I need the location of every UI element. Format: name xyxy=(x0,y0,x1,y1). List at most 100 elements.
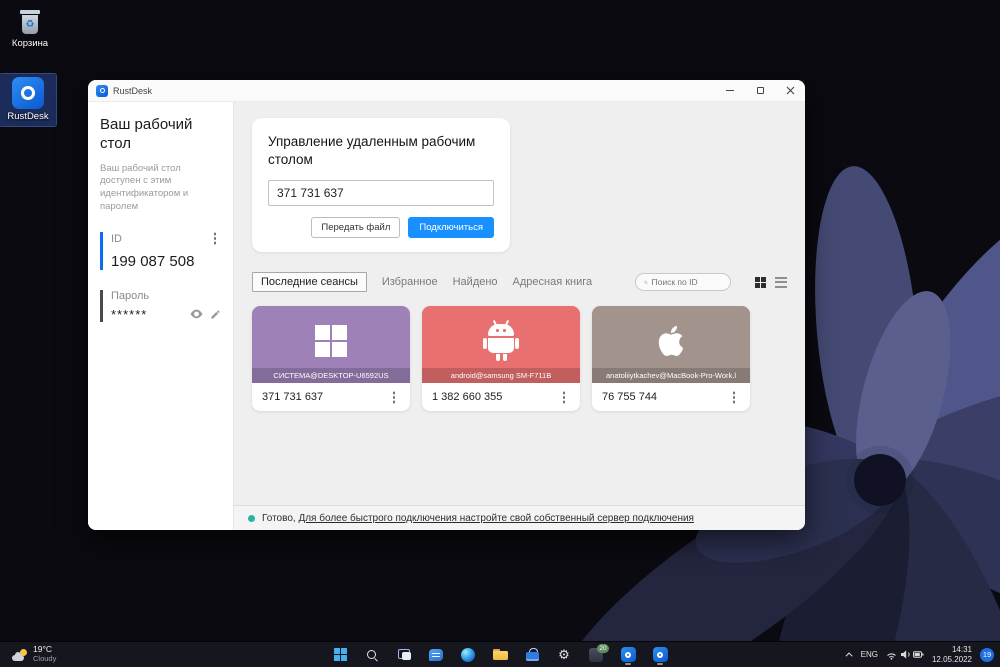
list-view-icon[interactable] xyxy=(775,276,787,288)
session-menu-dots-icon[interactable] xyxy=(388,390,400,404)
windows-start-icon xyxy=(333,648,347,661)
status-bar: Готово, Для более быстрого подключения н… xyxy=(234,505,805,530)
close-icon xyxy=(786,86,794,95)
store-bag-icon xyxy=(525,648,539,661)
password-value: ****** xyxy=(111,306,148,322)
desktop-icon-rustdesk[interactable]: RustDesk xyxy=(0,73,57,127)
recycle-bin-icon: ♻ xyxy=(18,8,42,36)
search-input[interactable] xyxy=(651,277,722,288)
network-volume-battery-icons[interactable] xyxy=(886,649,924,660)
edge-browser-button[interactable] xyxy=(459,645,477,665)
running-indicator xyxy=(625,662,631,665)
notification-count-badge[interactable]: 19 xyxy=(980,647,994,662)
window-title: RustDesk xyxy=(113,85,153,96)
session-tabs: Последние сеансы Избранное Найдено Адрес… xyxy=(252,272,787,293)
control-card-title: Управление удаленным рабочим столом xyxy=(268,134,476,168)
password-label: Пароль xyxy=(111,289,150,302)
session-username: СИСТЕМА@DESKTOP-U6592US xyxy=(252,368,410,384)
desktop-icon-recycle-bin[interactable]: ♻ Корзина xyxy=(2,8,58,49)
session-cards: СИСТЕМА@DESKTOP-U6592US 371 731 637 andr… xyxy=(252,306,787,412)
desktop-icon-label: Корзина xyxy=(11,38,49,49)
status-ready-text: Готово, xyxy=(262,512,296,524)
taskbar: 19°C Cloudy ⚙ 20 ENG 14:31 12.05.2022 19 xyxy=(0,641,1000,667)
tab-address-book[interactable]: Адресная книга xyxy=(513,276,593,288)
connect-button[interactable]: Подключиться xyxy=(408,217,494,239)
minimize-icon xyxy=(726,90,734,91)
chat-button[interactable] xyxy=(427,645,445,665)
tab-recent-sessions[interactable]: Последние сеансы xyxy=(252,272,367,293)
status-ready-dot-icon xyxy=(248,514,255,522)
session-id: 1 382 660 355 xyxy=(432,391,503,404)
password-block: Пароль ****** xyxy=(100,289,221,322)
sidebar-heading: Ваш рабочий стол xyxy=(100,116,193,152)
rustdesk-logo-icon xyxy=(96,84,108,97)
remote-id-input[interactable] xyxy=(268,180,494,207)
grid-view-icon[interactable] xyxy=(754,276,766,289)
file-explorer-button[interactable] xyxy=(491,645,509,665)
rustdesk-window: RustDesk Ваш рабочий стол Ваш рабочий ст… xyxy=(88,80,805,530)
session-menu-dots-icon[interactable] xyxy=(558,390,570,404)
android-logo-icon xyxy=(483,321,519,361)
search-box[interactable] xyxy=(634,273,731,292)
sidebar-description: Ваш рабочий стол доступен с этим идентиф… xyxy=(100,162,189,212)
weather-cloudy-icon xyxy=(12,648,28,661)
language-indicator[interactable]: ENG xyxy=(861,650,878,659)
show-password-eye-icon[interactable] xyxy=(190,309,203,319)
settings-button[interactable]: ⚙ xyxy=(555,645,573,665)
tray-overflow-chevron-icon[interactable] xyxy=(845,652,853,660)
apple-logo-icon xyxy=(658,325,684,356)
rustdesk-taskbar-button-2[interactable] xyxy=(651,645,669,665)
maximize-button[interactable] xyxy=(745,80,775,101)
remote-control-card: Управление удаленным рабочим столом Пере… xyxy=(252,118,510,253)
task-view-button[interactable] xyxy=(395,645,413,665)
app-with-badge-button[interactable]: 20 xyxy=(587,643,609,665)
tab-discovered[interactable]: Найдено xyxy=(453,276,498,288)
tab-favorites[interactable]: Избранное xyxy=(382,276,438,288)
minimize-button[interactable] xyxy=(715,80,745,101)
id-block: ID 199 087 508 xyxy=(100,231,221,270)
session-card-windows[interactable]: СИСТЕМА@DESKTOP-U6592US 371 731 637 xyxy=(252,306,410,412)
session-id: 76 755 744 xyxy=(602,391,658,404)
device-id-value: 199 087 508 xyxy=(111,252,195,270)
app-badge-count: 20 xyxy=(597,643,609,653)
folder-icon xyxy=(492,649,508,660)
transfer-file-button[interactable]: Передать файл xyxy=(311,217,401,239)
rustdesk-logo-icon xyxy=(12,77,44,109)
sidebar: Ваш рабочий стол Ваш рабочий стол доступ… xyxy=(88,102,234,530)
clock[interactable]: 14:31 12.05.2022 xyxy=(932,645,972,664)
gear-icon: ⚙ xyxy=(558,647,570,662)
running-indicator xyxy=(657,662,663,665)
window-titlebar[interactable]: RustDesk xyxy=(88,80,805,102)
id-label: ID xyxy=(111,232,122,245)
weather-condition: Cloudy xyxy=(33,654,57,664)
rustdesk-logo-icon xyxy=(652,647,668,662)
weather-widget[interactable]: 19°C Cloudy xyxy=(6,642,62,667)
session-id: 371 731 637 xyxy=(262,391,324,404)
session-username: anatoliiytkachev@MacBook-Pro-Work.l xyxy=(592,368,750,384)
edit-password-pencil-icon[interactable] xyxy=(210,309,221,320)
desktop-icon-label: RustDesk xyxy=(7,111,49,122)
chat-icon xyxy=(429,648,443,661)
maximize-icon xyxy=(756,87,764,94)
edge-icon xyxy=(461,647,475,662)
start-button[interactable] xyxy=(331,645,349,665)
tray-date: 12.05.2022 xyxy=(931,654,972,664)
tray-time: 14:31 xyxy=(951,644,972,654)
setup-server-link[interactable]: Для более быстрого подключения настройте… xyxy=(298,513,694,524)
rustdesk-taskbar-button-1[interactable] xyxy=(619,645,637,665)
close-button[interactable] xyxy=(775,80,805,101)
task-view-icon xyxy=(397,649,411,660)
windows-logo-icon xyxy=(315,324,347,357)
search-taskbar-button[interactable] xyxy=(363,645,381,665)
session-card-android[interactable]: android@samsung SM-F711B 1 382 660 355 xyxy=(422,306,580,412)
app-icon: 20 xyxy=(589,643,609,662)
search-icon xyxy=(366,649,378,661)
main-panel: Управление удаленным рабочим столом Пере… xyxy=(234,102,805,530)
id-menu-dots-icon[interactable] xyxy=(209,232,221,246)
session-card-apple[interactable]: anatoliiytkachev@MacBook-Pro-Work.l 76 7… xyxy=(592,306,750,412)
rustdesk-logo-icon xyxy=(620,647,636,662)
search-icon xyxy=(643,280,648,285)
session-username: android@samsung SM-F711B xyxy=(422,368,580,384)
session-menu-dots-icon[interactable] xyxy=(728,390,740,404)
microsoft-store-button[interactable] xyxy=(523,645,541,665)
